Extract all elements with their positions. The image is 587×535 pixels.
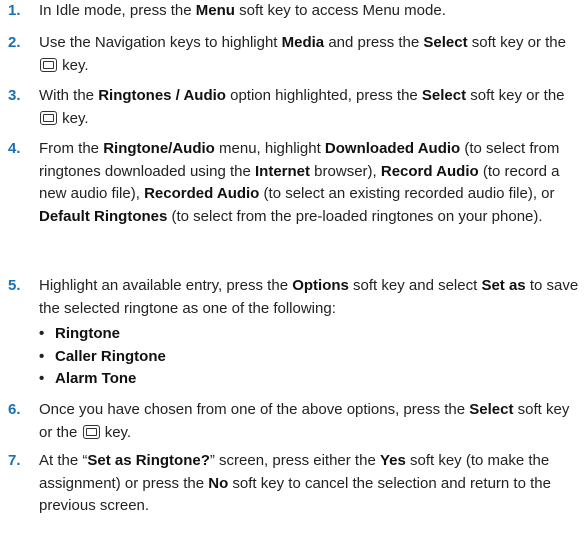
step-3: 3. With the Ringtones / Audio option hig… — [8, 85, 580, 130]
step-number: 6. — [8, 401, 21, 418]
step-4: 4. From the Ringtone/Audio menu, highlig… — [8, 138, 580, 228]
select-key-icon — [40, 57, 57, 72]
bullet-icon: • — [39, 370, 45, 387]
set-as-options-list: • Ringtone • Caller Ringtone • Alarm Tone — [39, 323, 166, 391]
list-item: • Ringtone — [39, 323, 166, 346]
step-number: 2. — [8, 34, 21, 51]
step-1: 1. In Idle mode, press the Menu soft key… — [8, 0, 580, 23]
step-7: 7. At the “Set as Ringtone?” screen, pre… — [8, 450, 580, 518]
step-text: With the Ringtones / Audio option highli… — [39, 87, 565, 127]
step-text: From the Ringtone/Audio menu, highlight … — [39, 140, 560, 225]
step-6: 6. Once you have chosen from one of the … — [8, 399, 580, 444]
bullet-icon: • — [39, 325, 45, 342]
instruction-page: 1. In Idle mode, press the Menu soft key… — [0, 0, 587, 535]
select-key-icon — [82, 424, 100, 439]
step-number: 7. — [8, 452, 21, 469]
step-text: Use the Navigation keys to highlight Med… — [39, 34, 566, 74]
step-number: 4. — [8, 140, 21, 157]
step-2: 2. Use the Navigation keys to highlight … — [8, 32, 580, 77]
select-key-icon — [40, 110, 57, 125]
step-number: 3. — [8, 87, 21, 104]
step-text: Highlight an available entry, press the … — [39, 277, 579, 317]
step-number: 1. — [8, 2, 21, 19]
step-5: 5. Highlight an available entry, press t… — [8, 275, 580, 320]
list-item: • Alarm Tone — [39, 368, 166, 391]
step-text: Once you have chosen from one of the abo… — [39, 401, 570, 441]
bullet-icon: • — [39, 347, 45, 365]
step-number: 5. — [8, 277, 21, 294]
step-text: At the “Set as Ringtone?” screen, press … — [39, 452, 551, 514]
step-text: In Idle mode, press the Menu soft key to… — [39, 2, 446, 19]
list-item: • Caller Ringtone — [39, 346, 166, 369]
